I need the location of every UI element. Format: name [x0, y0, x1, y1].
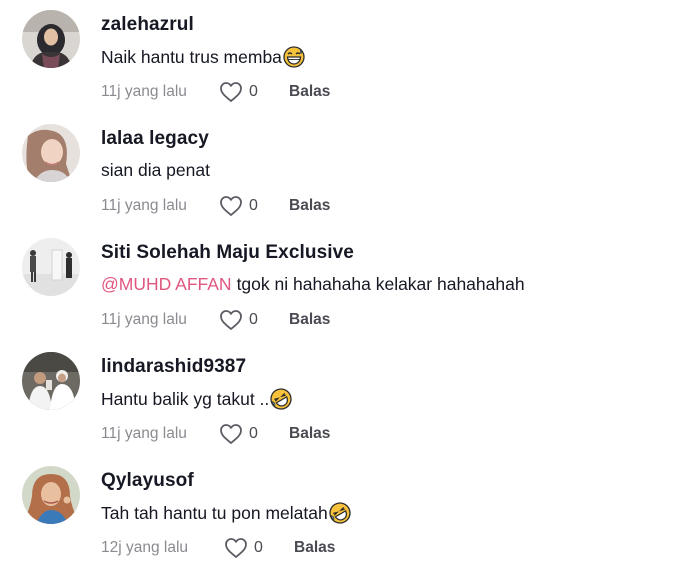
comment-text: @MUHD AFFAN tgok ni hahahaha kelakar hah…	[101, 274, 525, 295]
comment-text: Tah tah hantu tu pon melatah	[101, 502, 351, 524]
like-button[interactable]: 0	[219, 309, 289, 331]
comment-text: Hantu balik yg takut ..	[101, 388, 292, 410]
mention-link[interactable]: @MUHD AFFAN	[101, 274, 232, 295]
heart-icon	[220, 424, 242, 444]
reply-button[interactable]: Balas	[294, 539, 335, 557]
like-count: 0	[249, 197, 258, 214]
comment-username[interactable]: lindarashid9387	[101, 356, 246, 378]
heart-icon	[220, 196, 242, 216]
avatar[interactable]	[22, 352, 80, 410]
avatar[interactable]	[22, 124, 80, 182]
comment-meta: 11j yang lalu 0 Balas	[101, 81, 330, 103]
reply-button[interactable]: Balas	[289, 83, 330, 101]
avatar[interactable]	[22, 238, 80, 296]
comment-timestamp: 11j yang lalu	[101, 311, 187, 328]
comment-body: tgok ni hahahaha kelakar hahahahah	[236, 274, 525, 294]
like-count: 0	[249, 83, 258, 100]
like-button[interactable]: 0	[219, 195, 289, 217]
reply-button[interactable]: Balas	[289, 197, 330, 215]
heart-icon	[220, 310, 242, 330]
comment-item: Qylayusof Tah tah hantu tu pon melatah 1…	[0, 456, 682, 570]
comment-meta: 12j yang lalu 0 Balas	[101, 537, 335, 559]
comment-meta: 11j yang lalu 0 Balas	[101, 195, 330, 217]
comment-item: zalehazrul Naik hantu trus memba 11j yan…	[0, 0, 682, 114]
comment-item: Siti Solehah Maju Exclusive @MUHD AFFAN …	[0, 228, 682, 342]
heart-icon	[220, 82, 242, 102]
like-count: 0	[254, 539, 263, 556]
like-button[interactable]: 0	[219, 81, 289, 103]
comment-body: Naik hantu trus memba	[101, 46, 282, 67]
comment-timestamp: 11j yang lalu	[101, 197, 187, 214]
like-button[interactable]: 0	[219, 423, 289, 445]
comment-meta: 11j yang lalu 0 Balas	[101, 423, 330, 445]
reply-button[interactable]: Balas	[289, 311, 330, 329]
comment-username[interactable]: lalaa legacy	[101, 128, 209, 150]
rolling-laughing-emoji-icon	[329, 502, 351, 524]
comment-text: Naik hantu trus memba	[101, 46, 305, 68]
avatar[interactable]	[22, 466, 80, 524]
comment-body: Tah tah hantu tu pon melatah	[101, 502, 328, 523]
comment-timestamp: 11j yang lalu	[101, 425, 187, 442]
comment-body: sian dia penat	[101, 160, 210, 180]
like-count: 0	[249, 425, 258, 442]
reply-button[interactable]: Balas	[289, 425, 330, 443]
comment-username[interactable]: Qylayusof	[101, 470, 194, 492]
comment-body: Hantu balik yg takut ..	[101, 388, 270, 409]
comment-item: lindarashid9387 Hantu balik yg takut .. …	[0, 342, 682, 456]
comment-meta: 11j yang lalu 0 Balas	[101, 309, 330, 331]
grinning-sweat-emoji-icon	[283, 46, 305, 68]
comment-timestamp: 11j yang lalu	[101, 83, 187, 100]
rolling-laughing-emoji-icon	[270, 388, 292, 410]
comment-text: sian dia penat	[101, 160, 210, 181]
heart-icon	[225, 538, 247, 558]
avatar[interactable]	[22, 10, 80, 68]
comment-timestamp: 12j yang lalu	[101, 539, 189, 556]
comment-username[interactable]: Siti Solehah Maju Exclusive	[101, 242, 354, 264]
comment-username[interactable]: zalehazrul	[101, 14, 194, 36]
like-button[interactable]: 0	[224, 537, 294, 559]
like-count: 0	[249, 311, 258, 328]
comment-item: lalaa legacy sian dia penat 11j yang lal…	[0, 114, 682, 228]
